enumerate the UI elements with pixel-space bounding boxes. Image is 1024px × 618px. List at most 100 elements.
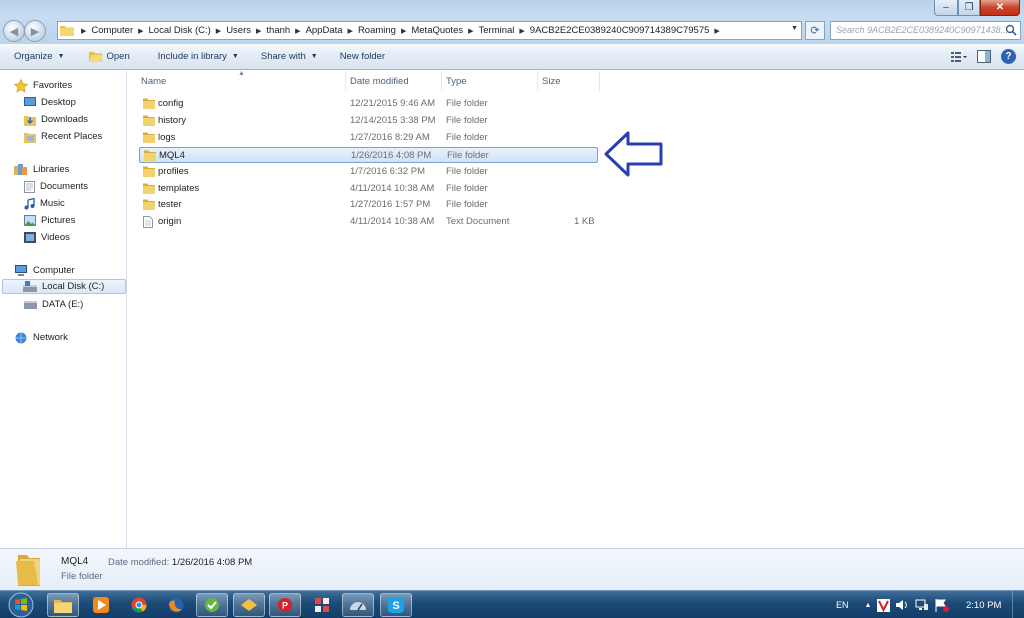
taskbar-skype-button[interactable]: S [380, 593, 412, 617]
file-row[interactable]: MQL4 1/26/2016 4:08 PM File folder [139, 146, 598, 163]
nav-downloads[interactable]: Downloads [24, 112, 88, 127]
back-button[interactable]: ◀ [3, 20, 25, 42]
share-with-button[interactable]: Share with ▼ [253, 46, 326, 68]
forward-button[interactable]: ▶ [24, 20, 46, 42]
view-options-icon[interactable] [951, 51, 967, 63]
chevron-right-icon[interactable]: ▶ [468, 27, 473, 35]
nav-data-drive-label: DATA (E:) [42, 299, 84, 310]
taskbar-app-gauge-button[interactable] [342, 593, 374, 617]
chevron-right-icon[interactable]: ▶ [256, 27, 261, 35]
breadcrumb-computer[interactable]: Computer [91, 25, 133, 36]
nav-music[interactable]: Music [24, 196, 65, 211]
nav-documents-label: Documents [40, 181, 89, 192]
file-row[interactable]: history 12/14/2015 3:38 PM File folder [139, 113, 598, 129]
taskbar-chrome-button[interactable] [123, 593, 155, 617]
column-header-size[interactable]: Size [538, 71, 600, 91]
nav-network[interactable]: Network [14, 330, 68, 345]
media-player-icon [93, 597, 109, 613]
organize-button[interactable]: Organize ▼ [6, 46, 73, 68]
file-row[interactable]: logs 1/27/2016 8:29 AM File folder [139, 130, 598, 146]
refresh-button[interactable]: ⟳ [805, 21, 825, 40]
taskbar-app-grid-button[interactable] [306, 593, 338, 617]
breadcrumb-local-disk[interactable]: Local Disk (C:) [149, 25, 211, 36]
file-type: File folder [446, 114, 488, 126]
start-button[interactable] [6, 591, 36, 618]
minimize-button[interactable]: – [934, 0, 958, 16]
breadcrumb-appdata[interactable]: AppData [306, 25, 343, 36]
maximize-button[interactable]: ❐ [958, 0, 980, 16]
taskbar-firefox-button[interactable] [160, 593, 192, 617]
details-item-type: File folder [61, 571, 103, 582]
nav-data-drive[interactable]: DATA (E:) [24, 297, 83, 312]
action-center-flag-icon[interactable] [935, 598, 950, 612]
chevron-right-icon[interactable]: ▶ [519, 27, 524, 35]
breadcrumb-terminal-id[interactable]: 9ACB2E2CE0389240C909714389C79575 [530, 25, 710, 36]
sort-ascending-icon: ▲ [238, 70, 245, 77]
taskbar-app-yellow-button[interactable] [233, 593, 265, 617]
folder-icon [143, 199, 155, 213]
details-date-label: Date modified: [108, 557, 170, 568]
organize-label: Organize [14, 51, 53, 62]
file-date-modified: 1/27/2016 1:57 PM [350, 199, 431, 211]
file-row[interactable]: origin 4/11/2014 10:38 AM Text Document 1 K… [139, 214, 598, 230]
breadcrumb-roaming[interactable]: Roaming [358, 25, 396, 36]
chrome-icon [131, 597, 147, 613]
nav-videos[interactable]: Videos [24, 230, 70, 245]
open-button[interactable]: Open [81, 46, 138, 68]
close-button[interactable]: ✕ [980, 0, 1020, 16]
nav-recent-places[interactable]: Recent Places [24, 129, 102, 144]
chevron-right-icon[interactable]: ▶ [138, 27, 143, 35]
new-folder-button[interactable]: New folder [332, 46, 393, 68]
file-row[interactable]: config 12/21/2015 9:46 AM File folder [139, 96, 598, 112]
file-date-modified: 4/11/2014 10:38 AM [350, 182, 435, 194]
nav-local-disk[interactable]: Local Disk (C:) [2, 279, 126, 294]
show-hidden-icons-icon[interactable]: ▲ [865, 602, 872, 609]
column-header-date-modified[interactable]: Date modified [346, 71, 442, 91]
search-input[interactable]: Search 9ACB2E2CE0389240C90971438... [830, 21, 1021, 40]
breadcrumb-thanh[interactable]: thanh [266, 25, 290, 36]
column-header-name[interactable]: ▲ Name [128, 70, 346, 91]
address-bar[interactable]: ▶ Computer ▶ Local Disk (C:) ▶ Users ▶ t… [57, 21, 802, 40]
network-icon [15, 332, 27, 343]
chevron-right-icon[interactable]: ▶ [714, 27, 719, 35]
breadcrumb-users[interactable]: Users [226, 25, 251, 36]
preview-pane-icon[interactable] [977, 50, 991, 63]
title-bar: – ❐ ✕ ◀ ▶ ▶ Computer ▶ Local Disk (C:) ▶… [0, 0, 1024, 44]
file-name: origin [158, 216, 182, 228]
chevron-right-icon[interactable]: ▶ [295, 27, 300, 35]
nav-libraries[interactable]: Libraries [14, 162, 69, 177]
chevron-right-icon[interactable]: ▶ [401, 27, 406, 35]
taskbar-clock[interactable]: 2:10 PM [966, 600, 1001, 611]
nav-pictures[interactable]: Pictures [24, 213, 75, 228]
nav-favorites[interactable]: Favorites [14, 78, 72, 93]
desktop-icon [24, 97, 36, 106]
taskbar-app-green-button[interactable] [196, 593, 228, 617]
help-icon[interactable]: ? [1001, 49, 1016, 64]
column-date-label: Date modified [350, 75, 409, 87]
antivirus-icon[interactable] [877, 598, 891, 612]
column-header-type[interactable]: Type [442, 71, 538, 91]
breadcrumb-terminal[interactable]: Terminal [479, 25, 515, 36]
back-arrow-icon: ◀ [9, 25, 19, 38]
speaker-icon[interactable] [896, 599, 909, 611]
chevron-right-icon[interactable]: ▶ [216, 27, 221, 35]
include-in-library-button[interactable]: Include in library ▼ [150, 46, 247, 68]
nav-libraries-label: Libraries [33, 164, 70, 175]
network-status-icon[interactable] [915, 599, 929, 611]
file-row[interactable]: tester 1/27/2016 1:57 PM File folder [139, 197, 598, 213]
taskbar-app-red-button[interactable]: P [269, 593, 301, 617]
taskbar-media-player-button[interactable] [85, 593, 117, 617]
taskbar-explorer-button[interactable] [47, 593, 79, 617]
chevron-right-icon[interactable]: ▶ [348, 27, 353, 35]
nav-desktop[interactable]: Desktop [24, 95, 76, 110]
address-dropdown-icon[interactable]: ▼ [791, 25, 798, 32]
show-desktop-button[interactable] [1012, 591, 1024, 618]
language-indicator[interactable]: EN [836, 600, 849, 610]
file-row[interactable]: templates 4/11/2014 10:38 AM File folder [139, 181, 598, 197]
nav-computer[interactable]: Computer [14, 263, 75, 278]
folder-icon [60, 26, 74, 36]
nav-documents[interactable]: Documents [24, 179, 88, 194]
breadcrumb-metaquotes[interactable]: MetaQuotes [411, 25, 463, 36]
file-row[interactable]: profiles 1/7/2016 6:32 PM File folder [139, 164, 598, 180]
local-disk-icon [23, 281, 37, 292]
